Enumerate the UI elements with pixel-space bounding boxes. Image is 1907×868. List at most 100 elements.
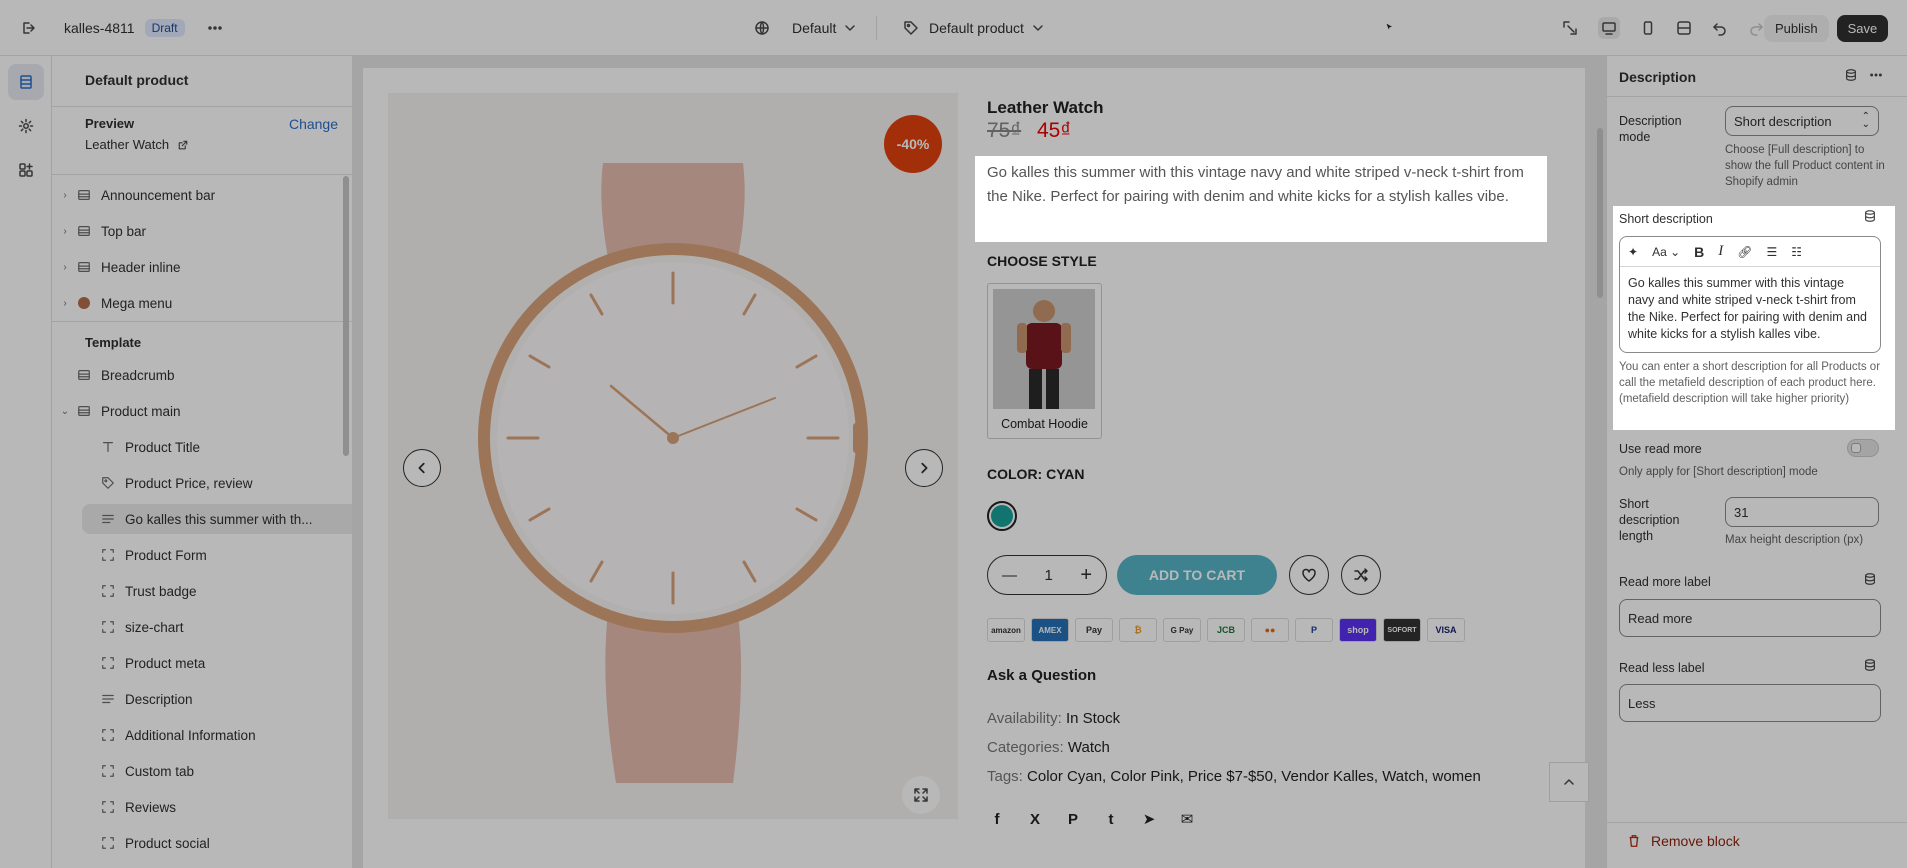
save-button[interactable]: Save — [1836, 14, 1889, 42]
undo-icon[interactable] — [1712, 20, 1728, 36]
section-label: Breadcrumb — [101, 367, 175, 383]
block-short-description[interactable]: Go kalles this summer with th... — [82, 504, 352, 534]
block-product-title[interactable]: Product Title — [52, 432, 342, 462]
italic-icon[interactable]: I — [1718, 243, 1723, 260]
short-description-editor[interactable]: ✦ Aa ⌄ B I 🔗︎ ☰ ☷ Go kalles this summer … — [1619, 236, 1881, 353]
fullscreen-icon[interactable] — [1676, 20, 1692, 36]
chevron-right-icon[interactable]: › — [55, 226, 75, 237]
block-product-price[interactable]: Product Price, review — [52, 468, 342, 498]
publish-button[interactable]: Publish — [1764, 14, 1829, 42]
description-mode-select[interactable]: Short description ⌃ ⌄ — [1725, 106, 1879, 136]
more-icon[interactable] — [207, 20, 223, 36]
database-icon[interactable] — [1863, 572, 1877, 586]
section-header-inline[interactable]: › Header inline — [52, 252, 342, 282]
apps-button[interactable] — [8, 152, 44, 188]
link-icon[interactable]: 🔗︎ — [1737, 245, 1752, 259]
preview-label: Preview — [85, 116, 135, 131]
compare-button[interactable] — [1341, 555, 1381, 595]
section-label: Mega menu — [101, 295, 173, 311]
redo-icon[interactable] — [1748, 20, 1764, 36]
sections-button[interactable] — [8, 64, 44, 100]
facebook-icon[interactable]: f — [987, 809, 1007, 829]
select-arrows-icon: ⌃ ⌄ — [1861, 111, 1870, 130]
block-reviews[interactable]: Reviews — [52, 792, 342, 822]
more-icon[interactable] — [1869, 68, 1883, 82]
sections-scrollbar[interactable] — [343, 176, 349, 456]
bold-icon[interactable]: B — [1694, 244, 1704, 260]
pinterest-icon[interactable]: P — [1063, 809, 1083, 829]
change-preview-button[interactable]: Change — [289, 116, 338, 132]
quantity-value[interactable]: 1 — [1044, 567, 1052, 584]
inspector-icon[interactable] — [1562, 20, 1578, 36]
read-less-input[interactable]: Less — [1619, 684, 1881, 722]
preview-product[interactable]: Leather Watch — [85, 137, 189, 152]
zoom-button[interactable] — [902, 776, 940, 814]
sections-panel: Default product Preview Change Leather W… — [52, 56, 353, 868]
ask-question-link[interactable]: Ask a Question — [987, 667, 1096, 684]
template-label: Template — [85, 335, 142, 350]
block-product-social[interactable]: Product social — [52, 828, 342, 858]
block-product-form[interactable]: Product Form — [52, 540, 342, 570]
color-swatch-cyan[interactable] — [987, 501, 1017, 531]
database-icon[interactable] — [1863, 209, 1877, 223]
email-icon[interactable]: ✉ — [1177, 809, 1197, 829]
block-size-chart[interactable]: size-chart — [52, 612, 342, 642]
chevron-down-icon — [1030, 20, 1046, 36]
section-announcement-bar[interactable]: › Announcement bar — [52, 180, 342, 210]
block-label: Go kalles this summer with th... — [125, 511, 313, 527]
short-description-length-input[interactable]: 31 — [1725, 497, 1879, 527]
prev-image-button[interactable] — [403, 449, 441, 487]
settings-button[interactable] — [8, 108, 44, 144]
section-mega-menu[interactable]: › Mega menu — [52, 288, 342, 318]
section-top-bar[interactable]: › Top bar — [52, 216, 342, 246]
description-mode-value: Short description — [1734, 113, 1832, 129]
chevron-down-icon — [842, 20, 858, 36]
preview-scrollbar[interactable] — [1597, 128, 1603, 298]
block-icon — [99, 546, 117, 564]
mastercard-icon: ●● — [1251, 618, 1289, 642]
block-trust-badge[interactable]: Trust badge — [52, 576, 342, 606]
text-format-select[interactable]: Aa ⌄ — [1652, 245, 1680, 259]
read-more-input[interactable]: Read more — [1619, 599, 1881, 637]
theme-select[interactable]: Default — [754, 20, 858, 36]
bullet-list-icon[interactable]: ☰ — [1767, 245, 1778, 259]
tumblr-icon[interactable]: t — [1101, 809, 1121, 829]
chevron-right-icon[interactable]: › — [55, 262, 75, 273]
database-icon[interactable] — [1863, 658, 1877, 672]
block-product-meta[interactable]: Product meta — [52, 648, 342, 678]
gear-icon — [18, 118, 34, 134]
template-select[interactable]: Default product — [903, 20, 1046, 36]
exit-icon[interactable] — [20, 20, 36, 36]
tag-icon — [903, 20, 919, 36]
chevron-right-icon[interactable]: › — [55, 298, 75, 309]
block-additional-information[interactable]: Additional Information — [52, 720, 342, 750]
numbered-list-icon[interactable]: ☷ — [1791, 245, 1802, 259]
tags-value[interactable]: Color Cyan, Color Pink, Price $7-$50, Ve… — [1027, 768, 1481, 785]
description-mode-label: Description mode — [1619, 114, 1682, 144]
short-description-text[interactable]: Go kalles this summer with this vintage … — [1620, 267, 1880, 351]
minus-icon[interactable]: — — [1002, 567, 1017, 584]
product-short-description[interactable]: Go kalles this summer with this vintage … — [975, 155, 1547, 241]
magic-icon[interactable]: ✦ — [1628, 245, 1638, 259]
telegram-icon[interactable]: ➤ — [1139, 809, 1159, 829]
section-product-main[interactable]: ⌄ Product main — [52, 396, 342, 426]
use-read-more-toggle[interactable] — [1847, 439, 1879, 457]
x-icon[interactable]: X — [1025, 809, 1045, 829]
style-option[interactable]: Combat Hoodie — [987, 283, 1102, 439]
wishlist-button[interactable] — [1289, 555, 1329, 595]
next-image-button[interactable] — [905, 449, 943, 487]
section-breadcrumb[interactable]: Breadcrumb — [52, 360, 342, 390]
database-icon[interactable] — [1844, 68, 1858, 82]
section-icon — [75, 222, 93, 240]
mobile-view-icon[interactable] — [1640, 20, 1656, 36]
remove-block-button[interactable]: Remove block — [1627, 833, 1740, 849]
categories-link[interactable]: Watch — [1068, 739, 1110, 756]
add-to-cart-button[interactable]: ADD TO CART — [1117, 555, 1277, 595]
chevron-right-icon[interactable]: › — [55, 190, 75, 201]
back-to-top-button[interactable] — [1549, 762, 1589, 802]
plus-icon[interactable]: + — [1080, 564, 1092, 587]
block-custom-tab[interactable]: Custom tab — [52, 756, 342, 786]
chevron-down-icon[interactable]: ⌄ — [55, 406, 75, 417]
desktop-view-icon[interactable] — [1598, 17, 1620, 39]
block-description[interactable]: Description — [52, 684, 342, 714]
